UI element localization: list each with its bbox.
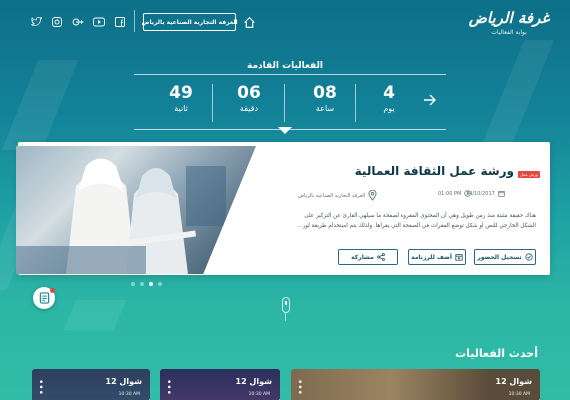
header-divider — [134, 10, 135, 32]
youtube-icon[interactable] — [93, 16, 105, 28]
event-time-value: 01:00 PM — [438, 190, 462, 197]
logo-subtitle: بوابة الفعاليات — [491, 29, 527, 36]
event-card-time: 10:30 AM — [118, 392, 140, 397]
register-button[interactable]: تسجيل الحضور — [474, 249, 536, 265]
event-card-time: 10:30 AM — [508, 392, 530, 397]
event-date: 24/10/2017 — [466, 190, 505, 197]
register-button-label: تسجيل الحضور — [477, 253, 522, 261]
countdown-hours-label: ساعة — [315, 104, 335, 113]
notification-dot — [50, 288, 55, 293]
scroll-line — [285, 313, 286, 321]
event-location: الغرفة التجارية الصناعية بالرياض — [298, 190, 377, 201]
countdown-seconds-label: ثانية — [174, 104, 188, 113]
calendar-icon — [498, 191, 505, 197]
countdown-notch — [278, 127, 292, 134]
event-time: 01:00 PM — [438, 190, 471, 197]
clock-icon — [464, 190, 471, 197]
more-options-icon[interactable]: ••• — [163, 379, 173, 395]
slider-dots — [131, 282, 162, 286]
facebook-icon[interactable] — [114, 16, 126, 28]
slider-dot[interactable] — [158, 282, 162, 286]
chamber-link-button[interactable]: الغرفة التجارية الصناعية بالرياض — [141, 13, 238, 31]
social-links — [30, 16, 126, 28]
logo-mark: غرفة الرياض — [468, 9, 550, 27]
countdown-seconds: 49 ثانية — [146, 83, 216, 113]
instagram-icon[interactable] — [51, 16, 63, 28]
slider-dot-active[interactable] — [149, 282, 153, 286]
add-to-calendar-button[interactable]: أضف للرزنامة — [408, 249, 466, 265]
scroll-down-indicator[interactable] — [282, 297, 290, 313]
event-description: هناك حقيقة مثبتة منذ زمن طويل وهي أن الم… — [296, 211, 536, 231]
background-pattern — [63, 300, 127, 330]
event-description-text: هناك حقيقة مثبتة منذ زمن طويل وهي أن الم… — [297, 213, 536, 229]
background-pattern — [1, 60, 79, 150]
check-circle-icon — [525, 253, 533, 261]
countdown-days-value: 4 — [383, 83, 395, 103]
share-button-label: مشاركة — [351, 253, 374, 261]
countdown-bar: 4 يوم 08 ساعة 06 دقيقة 49 ثانية — [134, 74, 446, 130]
category-badge: ورش عمل — [518, 171, 540, 178]
more-options-icon[interactable]: ••• — [35, 379, 45, 395]
share-icon — [376, 253, 385, 261]
event-card-date: 12 شوال — [235, 377, 273, 386]
more-options-icon[interactable]: ••• — [294, 379, 304, 395]
location-pin-icon — [368, 190, 377, 201]
share-button[interactable]: مشاركة — [338, 249, 398, 265]
countdown-hours-value: 08 — [313, 83, 337, 103]
countdown-minutes: 06 دقيقة — [214, 83, 284, 113]
latest-events-title: أحدث الفعاليات — [455, 347, 538, 360]
countdown-minutes-value: 06 — [237, 83, 261, 103]
countdown-days: 4 يوم — [354, 83, 424, 113]
add-to-calendar-label: أضف للرزنامة — [411, 253, 452, 261]
home-icon — [243, 16, 255, 28]
countdown-seconds-value: 49 — [169, 83, 193, 103]
countdown-minutes-label: دقيقة — [239, 104, 259, 113]
event-title[interactable]: ورشة عمل الثقافة العمالية — [300, 164, 514, 178]
event-location-value: الغرفة التجارية الصناعية بالرياض — [298, 192, 366, 199]
ticket-icon — [39, 292, 49, 304]
countdown-title: الفعاليات القادمة — [247, 61, 323, 71]
event-card[interactable]: ••• 12 شوال 10:30 AM — [32, 369, 150, 400]
google-plus-icon[interactable] — [72, 16, 84, 28]
slider-dot[interactable] — [140, 282, 144, 286]
event-card-large[interactable]: ••• 12 شوال 10:30 AM — [291, 369, 540, 400]
twitter-icon[interactable] — [30, 16, 42, 28]
event-card-date: 12 شوال — [105, 377, 143, 386]
event-card-time: 10:30 AM — [248, 392, 270, 397]
event-card[interactable]: ••• 12 شوال 10:30 AM — [160, 369, 280, 400]
event-card-date: 12 شوال — [495, 377, 533, 386]
countdown-days-label: يوم — [383, 104, 395, 113]
countdown-hours: 08 ساعة — [290, 83, 360, 113]
home-button[interactable] — [240, 13, 258, 31]
calendar-add-icon — [455, 254, 463, 261]
countdown-divider — [284, 84, 285, 122]
slider-dot[interactable] — [131, 282, 135, 286]
site-logo[interactable]: غرفة الرياض بوابة الفعاليات — [466, 8, 552, 44]
arrow-right-icon[interactable] — [423, 94, 437, 106]
